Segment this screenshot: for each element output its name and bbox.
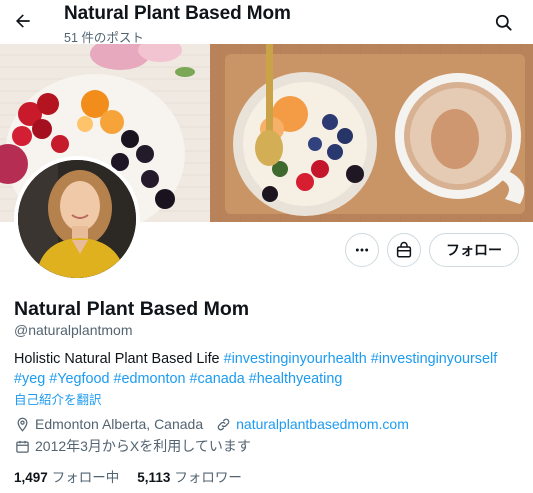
hashtag[interactable]: #edmonton (114, 371, 186, 387)
shopping-bag-icon (396, 241, 412, 258)
arrow-left-icon (16, 14, 30, 28)
hashtag[interactable]: #Yegfood (49, 371, 109, 387)
search-button[interactable] (489, 8, 517, 36)
followers-count: 5,113 (137, 470, 171, 485)
following-label: フォロー中 (51, 470, 120, 485)
followers-label: フォロワー (174, 470, 242, 485)
follow-button[interactable]: フォロー (429, 233, 519, 267)
hashtag[interactable]: #yeg (14, 371, 45, 387)
calendar-icon (14, 438, 30, 454)
profile-website-link[interactable]: naturalplantbasedmom.com (236, 416, 409, 432)
bio-text: Holistic Natural Plant Based Life (14, 351, 224, 367)
more-button[interactable] (345, 233, 379, 267)
search-icon (495, 14, 512, 31)
profile-stats: 1,497 フォロー中 5,113 フォロワー (14, 466, 242, 486)
profile-meta-row: Edmonton Alberta, Canada naturalplantbas… (14, 416, 409, 432)
link-icon (215, 416, 231, 432)
translate-bio-link[interactable]: 自己紹介を翻訳 (14, 389, 102, 408)
hashtag[interactable]: #investinginyourhealth (224, 351, 367, 367)
profile-handle: @naturalplantmom (14, 322, 133, 338)
shop-button[interactable] (387, 233, 421, 267)
hashtag[interactable]: #investinginyourself (371, 351, 497, 367)
following-stat[interactable]: 1,497 フォロー中 (14, 466, 119, 486)
profile-header-bar: Natural Plant Based Mom 51 件のポスト (0, 0, 533, 45)
profile-location: Edmonton Alberta, Canada (35, 416, 204, 432)
followers-stat[interactable]: 5,113 フォロワー (137, 466, 242, 486)
header-title: Natural Plant Based Mom (64, 3, 291, 24)
hashtag[interactable]: #canada (190, 371, 245, 387)
profile-joined-row: 2012年3月からXを利用しています (14, 436, 251, 456)
more-icon (355, 248, 369, 252)
profile-name: Natural Plant Based Mom (14, 298, 250, 320)
following-count: 1,497 (14, 470, 48, 485)
back-button[interactable] (8, 6, 38, 36)
profile-bio: Holistic Natural Plant Based Life #inves… (14, 349, 524, 389)
location-pin-icon (14, 416, 30, 432)
profile-actions: フォロー (345, 233, 519, 267)
avatar[interactable] (14, 156, 140, 282)
hashtag[interactable]: #healthyeating (249, 371, 343, 387)
avatar-image (18, 160, 136, 278)
profile-joined-date: 2012年3月からXを利用しています (35, 438, 251, 454)
